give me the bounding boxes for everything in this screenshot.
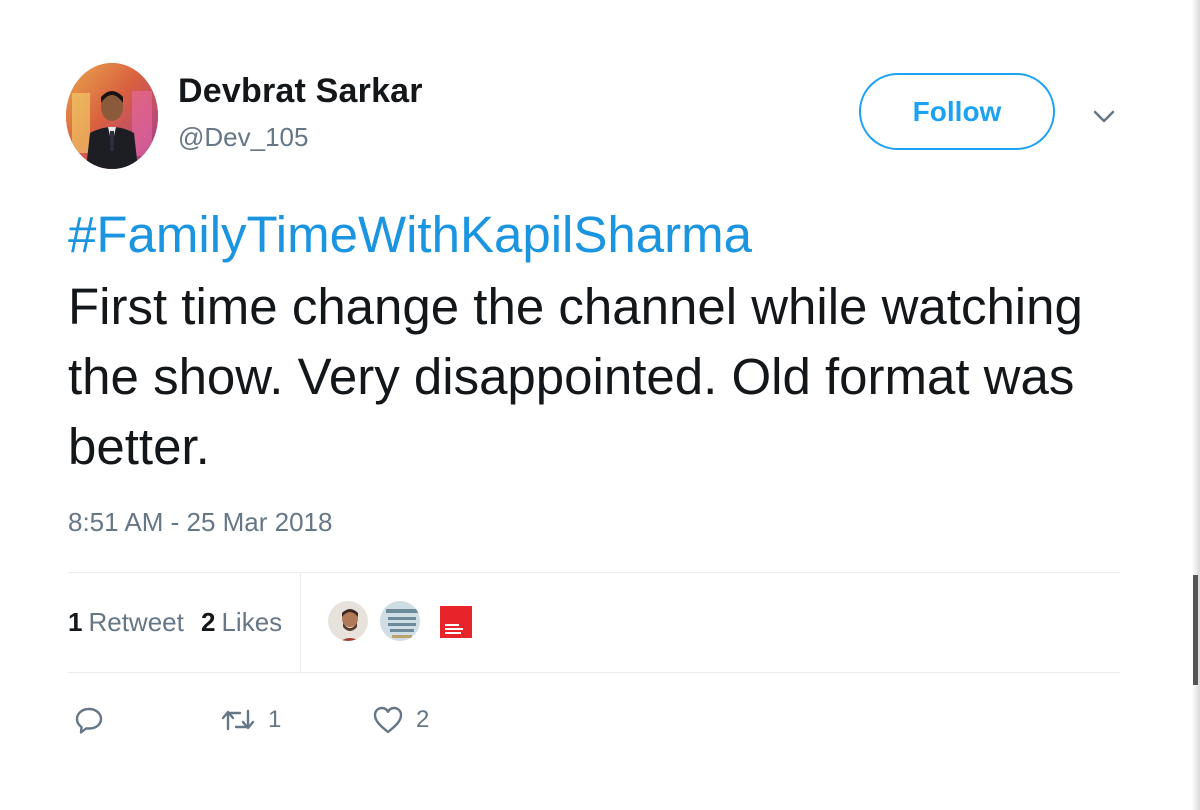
scrollbar-thumb[interactable]: [1193, 575, 1198, 685]
tweet-text: First time change the channel while watc…: [68, 278, 1083, 475]
screen-name[interactable]: @Dev_105: [178, 122, 308, 153]
tweet-timestamp[interactable]: 8:51 AM - 25 Mar 2018: [68, 507, 332, 538]
like-count: 2: [416, 706, 430, 733]
heart-icon: [372, 705, 404, 735]
tweet-card: Devbrat Sarkar @Dev_105 Follow #FamilyTi…: [0, 0, 1200, 810]
liker-avatar-3[interactable]: [438, 604, 474, 640]
chevron-down-icon[interactable]: [1090, 102, 1118, 130]
like-button[interactable]: 2: [372, 705, 429, 735]
likes-stat[interactable]: 2 Likes: [201, 607, 282, 638]
retweet-stat-count: 1: [68, 607, 83, 637]
likes-stat-count: 2: [201, 607, 216, 637]
avatar[interactable]: [66, 63, 158, 169]
likes-stat-label: Likes: [221, 607, 283, 637]
reply-icon: [74, 705, 104, 735]
divider: [68, 672, 1120, 673]
retweet-icon: [220, 705, 256, 735]
tweet-stats: 1 Retweet 2 Likes: [68, 572, 1120, 672]
reply-button[interactable]: [74, 705, 104, 735]
window-edge: [1192, 0, 1200, 810]
retweet-count: 1: [268, 706, 282, 733]
display-name[interactable]: Devbrat Sarkar: [178, 72, 423, 111]
liker-avatar-2[interactable]: [378, 599, 422, 643]
retweet-stat-label: Retweet: [88, 607, 184, 637]
retweet-stat[interactable]: 1 Retweet: [68, 607, 184, 638]
follow-button[interactable]: Follow: [859, 73, 1055, 150]
retweet-button[interactable]: 1: [220, 705, 281, 735]
profile-photo-icon: [66, 63, 158, 169]
hashtag-link[interactable]: #FamilyTimeWithKapilSharma: [68, 205, 752, 264]
liker-avatar-1[interactable]: [326, 599, 370, 643]
stats-divider: [300, 572, 301, 672]
